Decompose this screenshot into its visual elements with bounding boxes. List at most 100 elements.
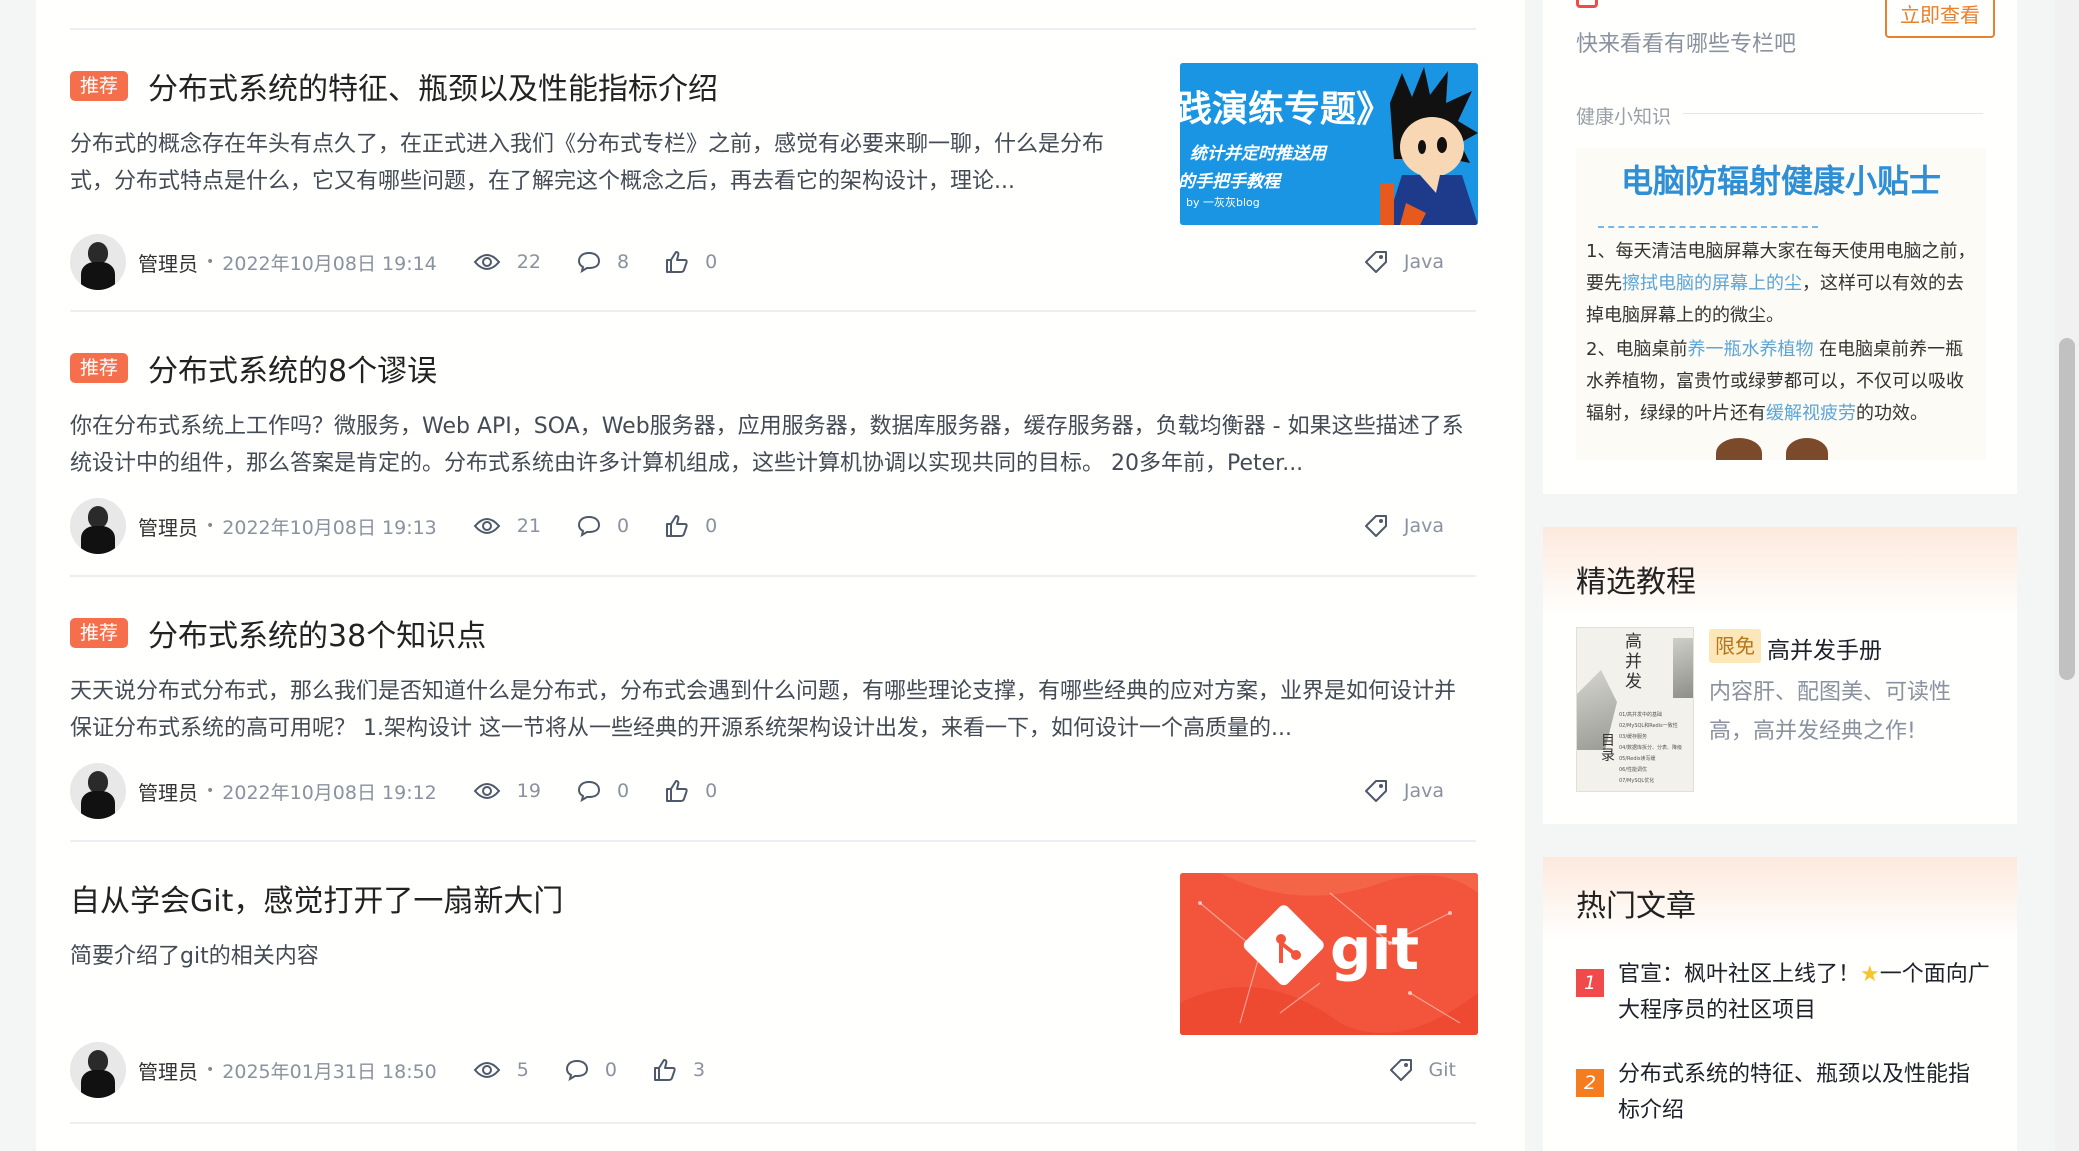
comment-button[interactable]: 8 (577, 251, 629, 273)
rank-badge: 1 (1576, 969, 1604, 997)
star-icon: ★ (1860, 962, 1880, 987)
column-icon (1576, 0, 1598, 8)
category-tag[interactable]: Git (1389, 1058, 1456, 1082)
view-count: 5 (473, 1059, 529, 1081)
tutorial-cover[interactable]: 高并发 目录 01/高并发中的基础 02/MySQL和Redis一致性 03/缓存服… (1576, 627, 1694, 792)
thumb-text: 践演练专题》 (1180, 89, 1392, 130)
like-button[interactable]: 0 (665, 250, 717, 274)
author-name[interactable]: 管理员 (138, 512, 198, 541)
avatar[interactable] (70, 234, 126, 290)
free-badge: 限免 (1709, 629, 1761, 663)
tag-icon (1389, 1059, 1412, 1081)
article-meta: 管理员 • 2022年10月08日 19:14 22 8 0 Java (70, 234, 1476, 290)
tutorial-name[interactable]: 高并发手册 (1767, 631, 1882, 665)
thumb-text: 的手把手教程 (1180, 172, 1283, 192)
divider (1683, 113, 1983, 114)
illustration-head (1716, 438, 1762, 460)
health-tips-image[interactable]: 电脑防辐射健康小贴士 1、每天清洁电脑屏幕大家在每天使用电脑之前，要先擦拭电脑的… (1576, 148, 1986, 460)
article-meta: 管理员 • 2025年01月31日 18:50 5 0 3 Git (70, 1042, 1476, 1098)
cover-toc-item: 01/高并发中的基础 (1619, 712, 1663, 718)
hot-article-title[interactable]: 分布式系统的特征、瓶颈以及性能指标介绍 (1618, 1057, 1988, 1129)
tag-icon (1364, 515, 1387, 537)
eye-icon (473, 254, 501, 270)
article-item[interactable]: 自从学会Git，感觉打开了一扇新大门 简要介绍了git的相关内容 git 管理员… (70, 842, 1478, 1124)
article-meta: 管理员 • 2022年10月08日 19:13 21 0 0 Java (70, 498, 1476, 554)
tag-icon (1364, 251, 1387, 273)
comment-icon (577, 515, 600, 537)
view-now-button[interactable]: 立即查看 (1885, 0, 1995, 38)
avatar[interactable] (70, 1042, 126, 1098)
recommend-badge: 推荐 (70, 618, 129, 648)
separator-dot: • (206, 1062, 215, 1078)
avatar[interactable] (70, 763, 126, 819)
cover-toc-item: 04/数据库拆分、分表、降级 (1619, 745, 1683, 751)
illustration-head (1786, 438, 1828, 460)
cover-toc-item: 05/Redis读写缓 (1619, 756, 1656, 762)
article-summary: 天天说分布式分布式，那么我们是否知道什么是分布式，分布式会遇到什么问题，有哪些理… (70, 679, 1457, 741)
article-title-row: 自从学会Git，感觉打开了一扇新大门 (70, 876, 563, 920)
avatar[interactable] (70, 498, 126, 554)
article-title[interactable]: 分布式系统的8个谬误 (148, 346, 437, 390)
publish-date: 2022年10月08日 19:14 (222, 252, 437, 275)
tutorials-card: 精选教程 高并发 目录 01/高并发中的基础 02/MySQL和Redis一致性 0… (1543, 527, 2017, 824)
view-count: 21 (473, 515, 541, 537)
author-name[interactable]: 管理员 (138, 1056, 198, 1085)
thumbs-up-icon (653, 1059, 676, 1081)
article-thumbnail[interactable]: git (1180, 873, 1478, 1035)
eye-icon (473, 1062, 501, 1078)
thumbs-up-icon (666, 780, 688, 802)
article-item[interactable]: 推荐 分布式系统的38个知识点 天天说分布式分布式，那么我们是否知道什么是分布式… (70, 577, 1476, 842)
tag-icon (1364, 780, 1387, 802)
git-logo-text: git (1330, 915, 1419, 983)
category-tag[interactable]: Java (1364, 779, 1444, 803)
author-name[interactable]: 管理员 (138, 248, 198, 277)
view-count: 19 (473, 780, 541, 802)
comment-button[interactable]: 0 (577, 515, 629, 537)
like-button[interactable]: 0 (665, 514, 717, 538)
comment-icon (577, 780, 600, 802)
article-summary: 简要介绍了git的相关内容 (70, 944, 319, 969)
cover-toc-item: 07/MySQL优化 (1619, 778, 1655, 784)
publish-date: 2022年10月08日 19:12 (222, 781, 437, 804)
separator-dot: • (206, 783, 215, 799)
eye-icon (473, 783, 501, 799)
recommend-badge: 推荐 (70, 353, 129, 383)
article-item[interactable]: 推荐 分布式系统的8个谬误 你在分布式系统上工作吗？微服务，Web API，SO… (70, 312, 1476, 577)
article-title[interactable]: 分布式系统的38个知识点 (148, 611, 486, 655)
category-tag[interactable]: Java (1364, 514, 1444, 538)
thumb-text: by 一灰灰blog (1186, 195, 1260, 209)
article-list: 推荐 分布式系统的特征、瓶颈以及性能指标介绍 分布式的概念存在年头有点久了，在正… (36, 0, 1525, 1151)
comment-icon (577, 251, 600, 273)
hot-article-title[interactable]: 官宣：枫叶社区上线了！★一个面向广大程序员的社区项目 (1618, 957, 1998, 1029)
comment-button[interactable]: 0 (577, 780, 629, 802)
separator-dot: • (206, 254, 215, 270)
cover-toc-list: 01/高并发中的基础 02/MySQL和Redis一致性 03/缓存服务 04/数据库… (1619, 710, 1693, 787)
article-meta: 管理员 • 2022年10月08日 19:12 19 0 0 Java (70, 763, 1476, 819)
thumb-text: 统计并定时推送用 (1190, 144, 1328, 164)
tutorial-desc: 内容肝、配图美、可读性高，高并发经典之作! (1709, 680, 1952, 744)
divider (1598, 226, 1818, 228)
like-button[interactable]: 0 (665, 779, 717, 803)
separator-dot: • (206, 518, 215, 534)
rank-badge: 2 (1576, 1069, 1604, 1097)
article-thumbnail[interactable]: 践演练专题》 统计并定时推送用 的手把手教程 by 一灰灰blog (1180, 63, 1478, 225)
cover-title: 高并发 (1625, 632, 1642, 692)
article-title-row: 推荐 分布式系统的38个知识点 (70, 611, 486, 655)
recommend-badge: 推荐 (70, 71, 129, 101)
article-title[interactable]: 自从学会Git，感觉打开了一扇新大门 (70, 876, 563, 920)
article-item[interactable]: 推荐 分布式系统的特征、瓶颈以及性能指标介绍 分布式的概念存在年头有点久了，在正… (70, 30, 1478, 312)
category-tag[interactable]: Java (1364, 250, 1444, 274)
promo-subtitle: 快来看看有哪些专栏吧 (1576, 32, 1797, 57)
sidebar-column-card: 快来看看有哪些专栏吧 立即查看 健康小知识 电脑防辐射健康小贴士 1、每天清洁电… (1543, 0, 2017, 494)
tutorials-title: 精选教程 (1576, 565, 1696, 600)
cover-toc-item: 03/缓存服务 (1619, 734, 1648, 740)
author-name[interactable]: 管理员 (138, 777, 198, 806)
article-title[interactable]: 分布式系统的特征、瓶颈以及性能指标介绍 (148, 64, 718, 108)
thumbs-up-icon (666, 251, 688, 273)
view-count: 22 (473, 251, 541, 273)
article-title-row: 推荐 分布式系统的8个谬误 (70, 346, 437, 390)
cover-art (1673, 638, 1693, 698)
scrollbar-thumb[interactable] (2059, 338, 2075, 680)
like-button[interactable]: 3 (653, 1058, 705, 1082)
comment-button[interactable]: 0 (565, 1059, 617, 1081)
